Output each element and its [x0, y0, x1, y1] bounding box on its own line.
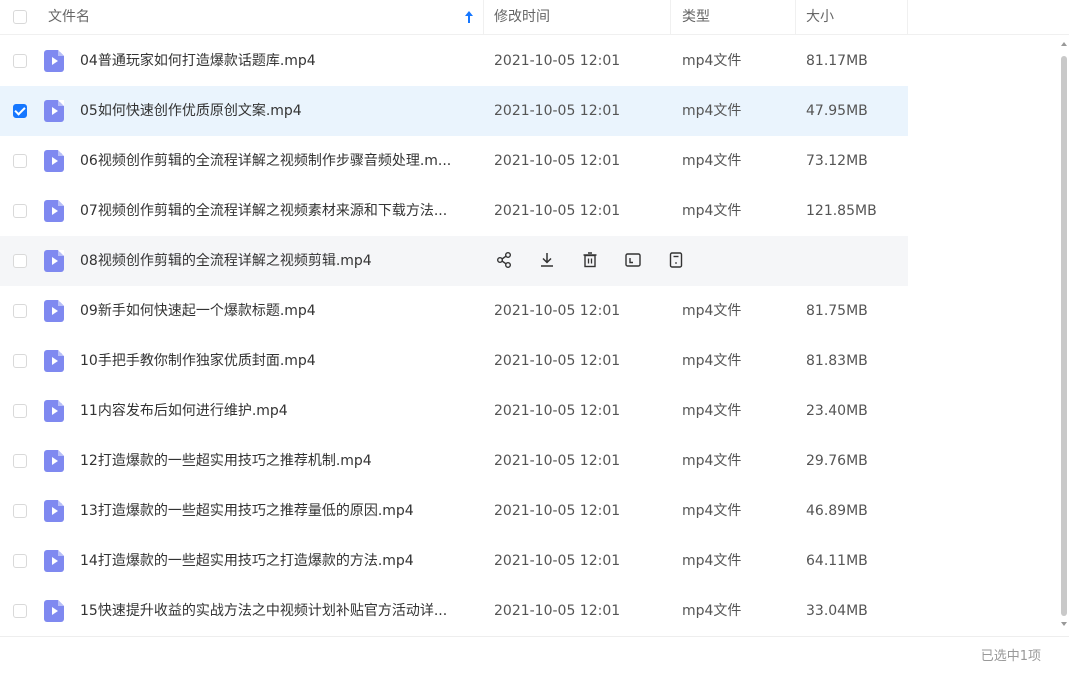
file-name[interactable]: 10手把手教你制作独家优质封面.mp4: [80, 336, 472, 386]
file-type: mp4文件: [682, 403, 742, 419]
file-row[interactable]: 15快速提升收益的实战方法之中视频计划补贴官方活动详... 2021-10-05 …: [0, 586, 908, 636]
file-modified-time: 2021-10-05 12:01: [494, 553, 621, 569]
file-size: 23.40MB: [806, 403, 868, 419]
file-size: 81.83MB: [806, 353, 868, 369]
row-checkbox[interactable]: [13, 54, 27, 68]
column-header-type[interactable]: 类型: [682, 0, 710, 35]
file-name[interactable]: 09新手如何快速起一个爆款标题.mp4: [80, 286, 472, 336]
file-type: mp4文件: [682, 153, 742, 169]
row-checkbox[interactable]: [13, 204, 27, 218]
file-modified-time: 2021-10-05 12:01: [494, 503, 621, 519]
file-name[interactable]: 15快速提升收益的实战方法之中视频计划补贴官方活动详...: [80, 586, 472, 636]
selection-count: 已选中1项: [980, 649, 1041, 664]
file-modified-time: 2021-10-05 12:01: [494, 153, 621, 169]
video-file-icon: [44, 150, 64, 172]
video-file-icon: [44, 500, 64, 522]
row-checkbox[interactable]: [13, 254, 27, 268]
file-size: 29.76MB: [806, 453, 868, 469]
file-name[interactable]: 08视频创作剪辑的全流程详解之视频剪辑.mp4: [80, 236, 472, 286]
video-file-icon: [44, 400, 64, 422]
row-checkbox[interactable]: [13, 504, 27, 518]
select-all-checkbox[interactable]: [13, 10, 27, 24]
scroll-up-arrow-icon[interactable]: [1061, 42, 1067, 46]
file-modified-time: 2021-10-05 12:01: [494, 603, 621, 619]
file-type: mp4文件: [682, 553, 742, 569]
video-file-icon: [44, 550, 64, 572]
file-size: 73.12MB: [806, 153, 868, 169]
row-checkbox[interactable]: [13, 354, 27, 368]
file-size: 81.17MB: [806, 53, 868, 69]
file-row[interactable]: 11内容发布后如何进行维护.mp4 2021-10-05 12:01 mp4文件 23…: [0, 386, 908, 436]
scrollbar-thumb[interactable]: [1061, 56, 1067, 616]
file-type: mp4文件: [682, 353, 742, 369]
file-size: 64.11MB: [806, 553, 868, 569]
row-checkbox[interactable]: [13, 454, 27, 468]
column-header-name[interactable]: 文件名: [48, 0, 90, 35]
delete-icon[interactable]: [580, 250, 600, 270]
file-modified-time: 2021-10-05 12:01: [494, 353, 621, 369]
file-row[interactable]: 09新手如何快速起一个爆款标题.mp4 2021-10-05 12:01 mp4文件…: [0, 286, 908, 336]
rename-icon[interactable]: [623, 250, 643, 270]
file-row[interactable]: 08视频创作剪辑的全流程详解之视频剪辑.mp4: [0, 236, 908, 286]
file-size: 46.89MB: [806, 503, 868, 519]
video-file-icon: [44, 100, 64, 122]
file-name[interactable]: 05如何快速创作优质原创文案.mp4: [80, 86, 472, 136]
row-checkbox[interactable]: [13, 304, 27, 318]
file-row[interactable]: 10手把手教你制作独家优质封面.mp4 2021-10-05 12:01 mp4文件…: [0, 336, 908, 386]
file-type: mp4文件: [682, 453, 742, 469]
file-modified-time: 2021-10-05 12:01: [494, 103, 621, 119]
file-name[interactable]: 04普通玩家如何打造爆款话题库.mp4: [80, 36, 472, 86]
row-checkbox[interactable]: [13, 154, 27, 168]
video-file-icon: [44, 50, 64, 72]
file-name[interactable]: 06视频创作剪辑的全流程详解之视频制作步骤音频处理.m...: [80, 136, 472, 186]
file-type: mp4文件: [682, 203, 742, 219]
sort-ascending-icon[interactable]: [464, 10, 474, 24]
row-checkbox[interactable]: [13, 554, 27, 568]
column-header-time[interactable]: 修改时间: [494, 0, 550, 35]
file-type: mp4文件: [682, 503, 742, 519]
file-modified-time: 2021-10-05 12:01: [494, 453, 621, 469]
file-name[interactable]: 13打造爆款的一些超实用技巧之推荐量低的原因.mp4: [80, 486, 472, 536]
file-modified-time: 2021-10-05 12:01: [494, 203, 621, 219]
file-row[interactable]: 14打造爆款的一些超实用技巧之打造爆款的方法.mp4 2021-10-05 12:…: [0, 536, 908, 586]
video-file-icon: [44, 600, 64, 622]
file-size: 47.95MB: [806, 103, 868, 119]
download-icon[interactable]: [537, 250, 557, 270]
file-size: 121.85MB: [806, 203, 877, 219]
file-type: mp4文件: [682, 53, 742, 69]
row-checkbox[interactable]: [13, 404, 27, 418]
share-icon[interactable]: [494, 250, 514, 270]
file-type: mp4文件: [682, 303, 742, 319]
row-checkbox[interactable]: [13, 104, 27, 118]
file-modified-time: 2021-10-05 12:01: [494, 53, 621, 69]
file-type: mp4文件: [682, 603, 742, 619]
file-row[interactable]: 04普通玩家如何打造爆款话题库.mp4 2021-10-05 12:01 mp4文件…: [0, 36, 908, 86]
video-file-icon: [44, 350, 64, 372]
file-type: mp4文件: [682, 103, 742, 119]
more-icon[interactable]: [666, 250, 686, 270]
video-file-icon: [44, 250, 64, 272]
file-name[interactable]: 12打造爆款的一些超实用技巧之推荐机制.mp4: [80, 436, 472, 486]
video-file-icon: [44, 450, 64, 472]
row-checkbox[interactable]: [13, 604, 27, 618]
file-name[interactable]: 14打造爆款的一些超实用技巧之打造爆款的方法.mp4: [80, 536, 472, 586]
file-modified-time: 2021-10-05 12:01: [494, 303, 621, 319]
file-row[interactable]: 05如何快速创作优质原创文案.mp4 2021-10-05 12:01 mp4文件 4…: [0, 86, 908, 136]
scroll-down-arrow-icon[interactable]: [1061, 622, 1067, 626]
file-row[interactable]: 06视频创作剪辑的全流程详解之视频制作步骤音频处理.m... 2021-10-05…: [0, 136, 908, 186]
video-file-icon: [44, 200, 64, 222]
file-size: 81.75MB: [806, 303, 868, 319]
file-row[interactable]: 07视频创作剪辑的全流程详解之视频素材来源和下载方法... 2021-10-05 …: [0, 186, 908, 236]
file-list-header: 文件名 修改时间 类型 大小: [0, 0, 1069, 35]
column-header-size[interactable]: 大小: [806, 0, 834, 35]
file-row[interactable]: 12打造爆款的一些超实用技巧之推荐机制.mp4 2021-10-05 12:01 m…: [0, 436, 908, 486]
file-name[interactable]: 11内容发布后如何进行维护.mp4: [80, 386, 472, 436]
file-modified-time: 2021-10-05 12:01: [494, 403, 621, 419]
status-bar: 已选中1项: [0, 636, 1069, 674]
file-row[interactable]: 13打造爆款的一些超实用技巧之推荐量低的原因.mp4 2021-10-05 12:…: [0, 486, 908, 536]
file-size: 33.04MB: [806, 603, 868, 619]
file-name[interactable]: 07视频创作剪辑的全流程详解之视频素材来源和下载方法...: [80, 186, 472, 236]
video-file-icon: [44, 300, 64, 322]
